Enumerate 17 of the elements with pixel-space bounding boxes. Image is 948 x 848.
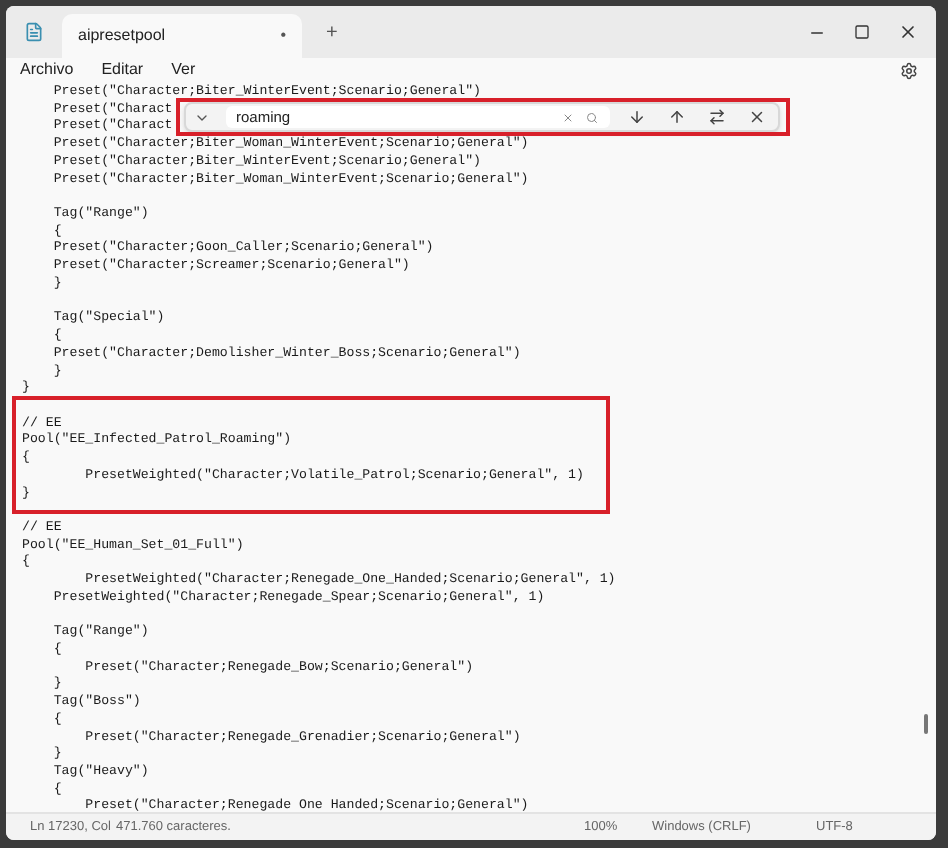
file-tab[interactable]: aipresetpool • [62,14,302,58]
settings-icon[interactable] [900,61,918,79]
search-icon[interactable] [586,111,598,123]
scrollbar-thumb[interactable] [924,714,928,734]
menu-item[interactable]: Ver [171,58,196,82]
menu-item[interactable]: Editar [101,58,144,82]
replace-icon[interactable] [708,108,726,126]
notepad-icon [24,22,44,42]
new-tab-button[interactable]: + [326,17,338,47]
close-icon[interactable] [898,22,918,42]
arrow-down-icon[interactable] [628,108,646,126]
menu-item[interactable]: Archivo [20,58,74,82]
close-icon[interactable] [748,108,766,126]
tab-close-button[interactable]: • [280,24,286,48]
arrow-up-icon[interactable] [668,108,686,126]
maximize-icon[interactable] [854,24,870,40]
clear-icon[interactable] [562,111,574,123]
